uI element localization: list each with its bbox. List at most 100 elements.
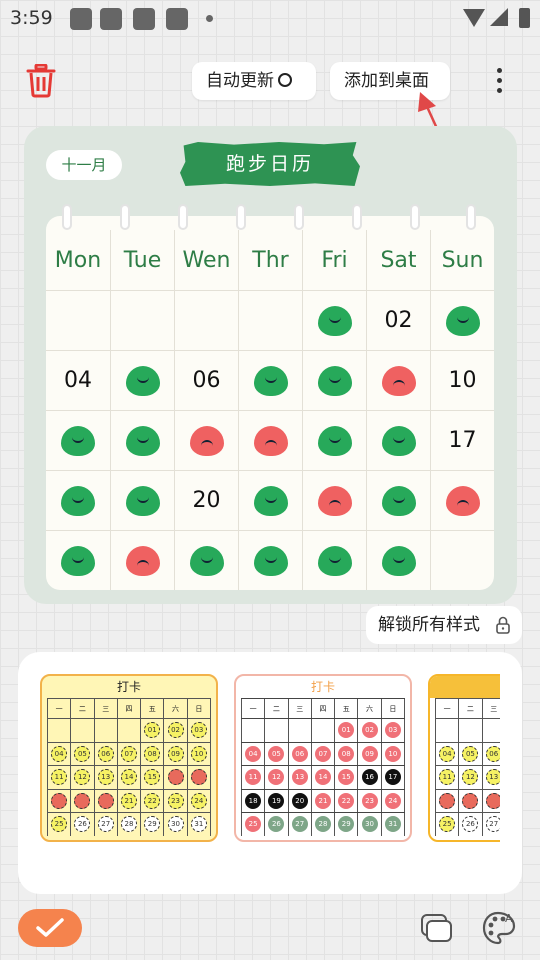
calendar-grid: Mon Tue Wen Thr Fri Sat Sun 02 04 06 10 17 20 bbox=[46, 230, 494, 590]
palette-icon: A bbox=[482, 911, 516, 945]
day-cell[interactable] bbox=[430, 471, 494, 530]
thumbnail-day-dot bbox=[462, 792, 479, 809]
weekday-label: Mon bbox=[54, 247, 102, 273]
thumbnail-day-dot: 17 bbox=[384, 769, 401, 786]
day-cell[interactable] bbox=[302, 411, 366, 470]
thumbnail-day-dot: 10 bbox=[384, 745, 401, 762]
sad-face-icon bbox=[445, 485, 480, 516]
thumbnail-day-dot: 18 bbox=[245, 792, 262, 809]
thumbnail-day-dot: 02 bbox=[361, 722, 378, 739]
day-cell[interactable] bbox=[302, 351, 366, 410]
day-cell[interactable]: 10 bbox=[430, 351, 494, 410]
thumbnail-day-dot: 06 bbox=[485, 745, 500, 762]
style-thumbnail-yellow[interactable]: 打卡 一二三四五六日 01 02 03 04 05 06 07 08 09 10 11 12 13 14 15… bbox=[40, 674, 218, 842]
thumbnail-weekday: 二 bbox=[264, 699, 287, 718]
thumbnail-day-dot: 12 bbox=[268, 769, 285, 786]
layers-button[interactable] bbox=[420, 912, 454, 944]
day-cell[interactable] bbox=[110, 471, 174, 530]
day-cell[interactable]: 20 bbox=[174, 471, 238, 530]
calendar-widget[interactable]: 十一月 跑步日历 Mon Tue Wen Thr Fri Sat Sun 02 04 06 10 17… bbox=[24, 126, 517, 604]
day-cell[interactable] bbox=[174, 531, 238, 590]
thumbnail-weekday: 日 bbox=[380, 699, 405, 718]
day-cell[interactable] bbox=[174, 291, 238, 350]
thumbnail-day-dot: 25 bbox=[51, 816, 68, 833]
day-cell[interactable] bbox=[366, 411, 430, 470]
weekday-label: Tue bbox=[110, 230, 174, 290]
thumbnail-day-dot: 12 bbox=[462, 769, 479, 786]
thumbnail-day-dot: 25 bbox=[245, 816, 262, 833]
day-cell[interactable] bbox=[430, 291, 494, 350]
day-cell[interactable] bbox=[46, 411, 110, 470]
happy-face-icon bbox=[189, 545, 224, 576]
thumbnail-day-dot: 23 bbox=[167, 792, 184, 809]
day-cell[interactable] bbox=[238, 291, 302, 350]
day-cell[interactable] bbox=[366, 351, 430, 410]
thumbnail-day-dot: 13 bbox=[291, 769, 308, 786]
binder-ring-icon bbox=[178, 204, 188, 230]
day-cell[interactable] bbox=[110, 411, 174, 470]
day-cell[interactable] bbox=[302, 531, 366, 590]
day-cell[interactable] bbox=[110, 351, 174, 410]
trash-icon bbox=[26, 63, 56, 98]
thumbnail-day-dot: 28 bbox=[314, 816, 331, 833]
confirm-button[interactable] bbox=[18, 909, 82, 947]
thumbnail-day-dot: 09 bbox=[167, 745, 184, 762]
happy-face-icon bbox=[381, 425, 416, 456]
thumbnail-day-dot: 24 bbox=[384, 792, 401, 809]
day-cell[interactable]: 02 bbox=[366, 291, 430, 350]
day-cell[interactable] bbox=[174, 411, 238, 470]
palette-button[interactable]: A bbox=[481, 910, 517, 946]
calendar-card: Mon Tue Wen Thr Fri Sat Sun 02 04 06 10 17 20 bbox=[46, 216, 494, 590]
thumbnail-weekday: 三 bbox=[93, 699, 117, 718]
binder-ring-icon bbox=[236, 204, 246, 230]
happy-face-icon bbox=[253, 365, 288, 396]
day-cell[interactable]: 04 bbox=[46, 351, 110, 410]
day-cell[interactable] bbox=[302, 471, 366, 530]
auto-update-toggle[interactable]: 自动更新 bbox=[192, 62, 316, 100]
day-cell[interactable] bbox=[238, 531, 302, 590]
happy-face-icon bbox=[61, 545, 95, 576]
thumbnail-day-dot: 05 bbox=[74, 745, 91, 762]
auto-update-label: 自动更新 bbox=[206, 71, 274, 91]
weekday-header-row: Mon Tue Wen Thr Fri Sat Sun bbox=[46, 230, 494, 290]
style-thumbnail-pink[interactable]: 打卡 一二三四五六日 01 02 03 04 05 06 07 08 09 10 11 12 13 14 15… bbox=[234, 674, 412, 842]
day-cell[interactable] bbox=[238, 411, 302, 470]
sad-face-icon bbox=[381, 365, 416, 396]
day-cell[interactable] bbox=[238, 471, 302, 530]
thumbnail-day-dot: 26 bbox=[74, 816, 91, 833]
delete-button[interactable] bbox=[26, 63, 56, 98]
thumbnail-day-dot bbox=[439, 792, 456, 809]
happy-face-icon bbox=[253, 545, 288, 576]
day-cell[interactable] bbox=[366, 471, 430, 530]
day-cell[interactable] bbox=[366, 531, 430, 590]
thumbnail-weekday: 一 bbox=[241, 699, 264, 718]
thumbnail-day-dot: 11 bbox=[51, 769, 68, 786]
unlock-all-styles-button[interactable]: 解锁所有样式 bbox=[366, 606, 522, 644]
day-cell[interactable]: 06 bbox=[174, 351, 238, 410]
day-cell[interactable] bbox=[46, 531, 110, 590]
thumbnail-day-dot: 26 bbox=[268, 816, 285, 833]
day-cell[interactable] bbox=[302, 291, 366, 350]
thumbnail-day-dot: 09 bbox=[361, 745, 378, 762]
day-cell[interactable] bbox=[238, 351, 302, 410]
thumbnail-weekday: 四 bbox=[310, 699, 334, 718]
svg-text:A: A bbox=[505, 912, 513, 925]
day-cell[interactable]: 17 bbox=[430, 411, 494, 470]
binder-ring-icon bbox=[352, 204, 362, 230]
happy-face-icon bbox=[381, 485, 416, 516]
day-cell[interactable] bbox=[46, 291, 110, 350]
thumbnail-day-dot: 28 bbox=[120, 816, 137, 833]
thumbnail-day-dot bbox=[51, 792, 68, 809]
thumbnail-day-dot: 14 bbox=[314, 769, 331, 786]
day-cell[interactable] bbox=[110, 291, 174, 350]
thumbnail-day-dot: 31 bbox=[384, 816, 401, 833]
thumbnail-day-dot: 21 bbox=[314, 792, 331, 809]
thumbnail-day-dot: 29 bbox=[144, 816, 161, 833]
thumbnail-day-dot: 20 bbox=[291, 792, 308, 809]
day-cell[interactable] bbox=[110, 531, 174, 590]
thumbnail-day-dot: 06 bbox=[97, 745, 114, 762]
day-cell[interactable] bbox=[430, 531, 494, 590]
day-cell[interactable] bbox=[46, 471, 110, 530]
style-thumbnail-orange[interactable]: 一二三 04 05 06 11 12 13 25 26 27 bbox=[428, 674, 500, 842]
app-notification-icon bbox=[100, 8, 122, 30]
